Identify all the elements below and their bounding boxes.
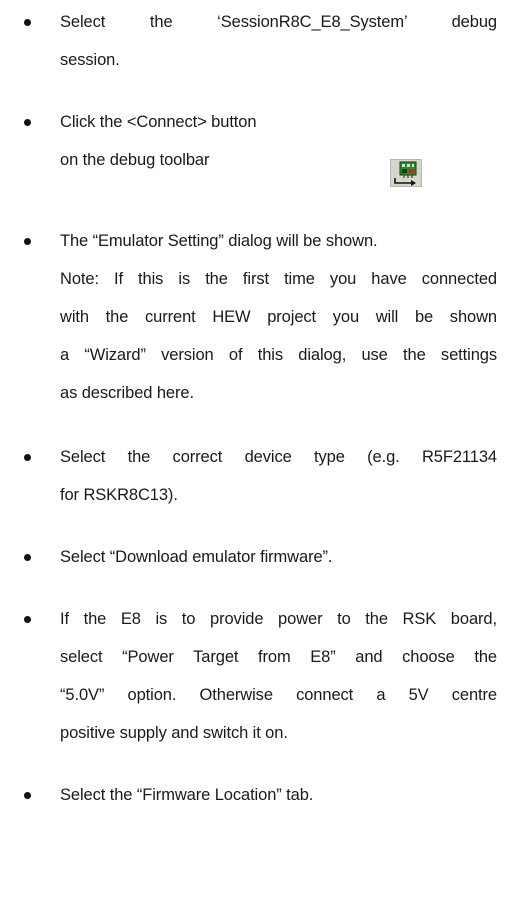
text-line: Click the <Connect> button: [60, 113, 257, 131]
text-line: If the E8 is to provide power to the RSK…: [60, 610, 497, 628]
text-line: Select “Download emulator firmware”.: [60, 548, 333, 566]
text-line: with the current HEW project you will be…: [60, 308, 497, 326]
bullet-icon: [24, 616, 31, 623]
bullet-icon: [24, 238, 31, 245]
text-line: “5.0V” option. Otherwise connect a 5V ce…: [60, 686, 497, 704]
text-line: session.: [60, 51, 120, 69]
text-line: Select the correct device type (e.g. R5F…: [60, 448, 497, 466]
bullet-icon: [24, 792, 31, 799]
text-line: a “Wizard” version of this dialog, use t…: [60, 346, 497, 364]
text-line: The “Emulator Setting” dialog will be sh…: [60, 232, 378, 250]
text-line: on the debug toolbar: [60, 151, 210, 169]
connect-icon: [394, 161, 417, 186]
text-line: select “Power Target from E8” and choose…: [60, 648, 497, 666]
text-line: Note: If this is the first time you have…: [60, 270, 497, 288]
list-item-text: Select the ‘SessionR8C_E8_System’ debug …: [60, 3, 497, 79]
bullet-icon: [24, 119, 31, 126]
list-item-text: If the E8 is to provide power to the RSK…: [60, 600, 497, 752]
bullet-icon: [24, 454, 31, 461]
bullet-icon: [24, 554, 31, 561]
instruction-list: Select the ‘SessionR8C_E8_System’ debug …: [0, 0, 522, 915]
bullet-icon: [24, 19, 31, 26]
text-line: positive supply and switch it on.: [60, 724, 288, 742]
text-line: Select the ‘SessionR8C_E8_System’ debug: [60, 13, 497, 31]
text-line: for RSKR8C13).: [60, 486, 178, 504]
list-item-text: Select the correct device type (e.g. R5F…: [60, 438, 497, 514]
text-line: as described here.: [60, 384, 194, 402]
list-item-text: Select the “Firmware Location” tab.: [60, 776, 497, 814]
connect-toolbar-icon: [390, 159, 422, 187]
list-item-text: The “Emulator Setting” dialog will be sh…: [60, 222, 497, 412]
list-item-text: Click the <Connect> button on the debug …: [60, 103, 497, 179]
list-item-text: Select “Download emulator firmware”.: [60, 538, 497, 576]
text-line: Select the “Firmware Location” tab.: [60, 786, 314, 804]
